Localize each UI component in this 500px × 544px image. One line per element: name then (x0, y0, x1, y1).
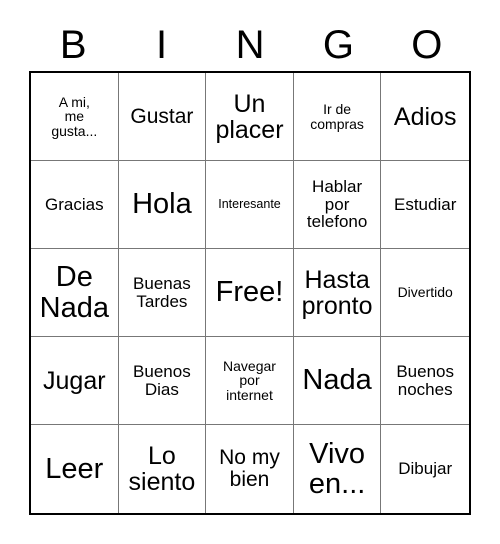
bingo-cell-label: Hasta pronto (301, 265, 373, 320)
bingo-cell-label: Gustar (130, 104, 194, 128)
bingo-cell-r2c2[interactable]: Hola (118, 161, 207, 249)
bingo-cell-label: Divertido (397, 284, 453, 301)
bingo-cell-label: Dibujar (398, 459, 453, 479)
bingo-cell-label: Interesante (218, 197, 281, 211)
bingo-cell-label: No my bien (219, 446, 280, 491)
bingo-cell-r2c4[interactable]: Hablar por telefono (293, 161, 382, 249)
bingo-free-space-label: Free! (215, 276, 284, 309)
bingo-cell-r2c3[interactable]: Interesante (206, 161, 294, 249)
bingo-cell-r4c5[interactable]: Buenos noches (381, 337, 469, 425)
bingo-cell-r5c1[interactable]: Leer (31, 425, 119, 513)
bingo-cell-r5c4[interactable]: Vivo en... (293, 425, 382, 513)
bingo-cell-r4c1[interactable]: Jugar (31, 337, 119, 425)
bingo-cell-label: Buenos Dias (133, 361, 191, 399)
bingo-cell-r1c1[interactable]: A mi, me gusta... (31, 73, 119, 161)
bingo-grid: A mi, me gusta... Gustar Un placer Ir de… (29, 71, 471, 515)
bingo-cell-r1c5[interactable]: Adios (381, 73, 469, 161)
bingo-cell-r2c5[interactable]: Estudiar (381, 161, 469, 249)
bingo-header-row: B I N G O (29, 18, 471, 71)
bingo-cell-label: Hablar por telefono (306, 176, 368, 232)
bingo-cell-label: Hola (132, 188, 192, 221)
bingo-cell-label: Leer (45, 452, 104, 485)
bingo-header-letter-o: O (411, 22, 443, 67)
bingo-cell-r5c2[interactable]: Lo siento (118, 425, 207, 513)
bingo-cell-r5c3[interactable]: No my bien (206, 425, 294, 513)
bingo-cell-label: Un placer (215, 89, 284, 144)
bingo-header-letter-g: G (322, 22, 354, 67)
bingo-cell-label: Adios (393, 102, 457, 131)
bingo-header-letter-i: I (156, 22, 168, 67)
bingo-cell-r3c2[interactable]: Buenas Tardes (118, 249, 207, 337)
bingo-cell-r2c1[interactable]: Gracias (31, 161, 119, 249)
bingo-cell-r1c4[interactable]: Ir de compras (293, 73, 382, 161)
bingo-cell-r1c3[interactable]: Un placer (206, 73, 294, 161)
bingo-cell-r3c4[interactable]: Hasta pronto (293, 249, 382, 337)
bingo-cell-label: A mi, me gusta... (51, 93, 98, 139)
bingo-cell-label: Jugar (43, 366, 106, 395)
bingo-cell-r1c2[interactable]: Gustar (118, 73, 207, 161)
bingo-cell-label: Ir de compras (310, 100, 364, 132)
bingo-cell-free-space[interactable]: Free! (206, 249, 294, 337)
bingo-cell-r3c1[interactable]: De Nada (31, 249, 119, 337)
bingo-card: B I N G O A mi, me gusta... Gustar Un pl… (0, 0, 500, 544)
bingo-cell-r5c5[interactable]: Dibujar (381, 425, 469, 513)
bingo-header-letter-b: B (59, 22, 87, 67)
bingo-cell-label: De Nada (39, 261, 109, 324)
bingo-cell-label: Estudiar (394, 194, 457, 214)
bingo-cell-label: Buenos noches (396, 361, 455, 399)
bingo-header-letter-n: N (235, 22, 265, 67)
bingo-cell-label: Vivo en... (308, 437, 366, 500)
bingo-cell-label: Lo siento (128, 442, 196, 496)
bingo-cell-r4c4[interactable]: Nada (293, 337, 382, 425)
bingo-cell-r4c3[interactable]: Navegar por internet (206, 337, 294, 425)
bingo-cell-label: Buenas Tardes (133, 273, 191, 311)
bingo-cell-r3c5[interactable]: Divertido (381, 249, 469, 337)
bingo-cell-label: Gracias (45, 194, 104, 214)
bingo-cell-label: Nada (302, 364, 372, 397)
bingo-cell-r4c2[interactable]: Buenos Dias (118, 337, 207, 425)
bingo-cell-label: Navegar por internet (223, 357, 276, 403)
